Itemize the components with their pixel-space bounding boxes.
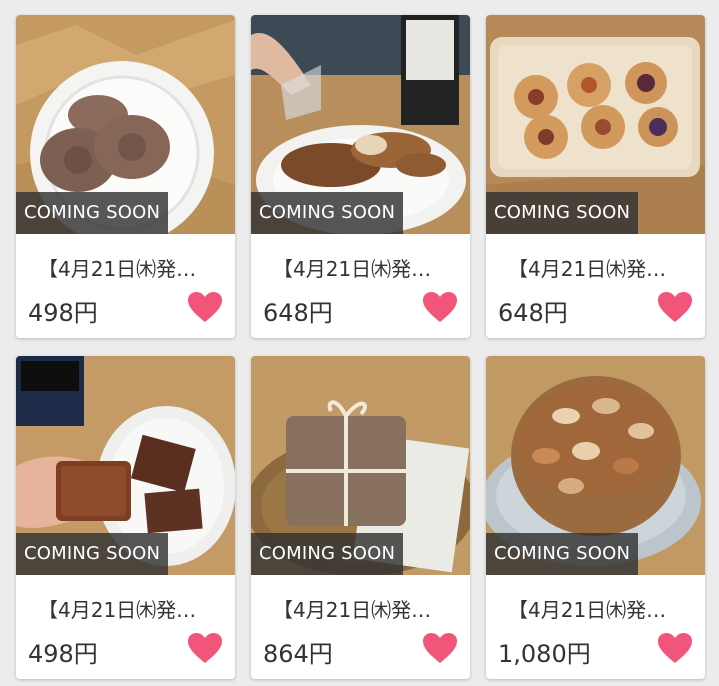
coming-soon-badge: COMING SOON (486, 533, 639, 575)
product-title[interactable]: 【4月21日㈭発… (508, 253, 693, 282)
product-card[interactable]: COMING SOON 【4月21日㈭発… 1,080円 (486, 356, 705, 679)
coming-soon-badge: COMING SOON (251, 533, 404, 575)
coming-soon-badge: COMING SOON (251, 192, 404, 234)
coming-soon-badge: COMING SOON (16, 192, 169, 234)
product-title[interactable]: 【4月21日㈭発… (273, 253, 458, 282)
product-price: 498円 (28, 640, 98, 668)
product-card[interactable]: COMING SOON 【4月21日㈭発… 498円 (16, 15, 235, 338)
product-image-jam-cookies-tray[interactable]: COMING SOON (486, 15, 705, 234)
product-card[interactable]: COMING SOON 【4月21日㈭発… 648円 (251, 15, 470, 338)
product-price: 648円 (263, 299, 333, 327)
product-title[interactable]: 【4月21日㈭発… (508, 594, 693, 623)
product-price: 1,080円 (498, 640, 591, 668)
product-image-wrapped-pound-cake[interactable]: COMING SOON (251, 356, 470, 575)
product-card[interactable]: COMING SOON 【4月21日㈭発… 864円 (251, 356, 470, 679)
product-image-almond-cake[interactable]: COMING SOON (486, 356, 705, 575)
coming-soon-badge: COMING SOON (486, 192, 639, 234)
product-price: 648円 (498, 299, 568, 327)
coming-soon-badge: COMING SOON (16, 533, 169, 575)
product-image-bread-and-wine[interactable]: COMING SOON (251, 15, 470, 234)
heart-icon[interactable] (422, 632, 458, 664)
product-card[interactable]: COMING SOON 【4月21日㈭発… 648円 (486, 15, 705, 338)
heart-icon[interactable] (422, 291, 458, 323)
heart-icon[interactable] (187, 632, 223, 664)
product-image-chocolate-cake-slices[interactable]: COMING SOON (16, 356, 235, 575)
product-title[interactable]: 【4月21日㈭発… (273, 594, 458, 623)
heart-icon[interactable] (187, 291, 223, 323)
product-price: 498円 (28, 299, 98, 327)
product-price: 864円 (263, 640, 333, 668)
heart-icon[interactable] (657, 632, 693, 664)
product-card[interactable]: COMING SOON 【4月21日㈭発… 498円 (16, 356, 235, 679)
product-title[interactable]: 【4月21日㈭発… (38, 253, 223, 282)
product-grid: COMING SOON 【4月21日㈭発… 498円 COMING SOON 【… (0, 0, 719, 686)
product-title[interactable]: 【4月21日㈭発… (38, 594, 223, 623)
product-image-cocoa-rose-cookies[interactable]: COMING SOON (16, 15, 235, 234)
heart-icon[interactable] (657, 291, 693, 323)
